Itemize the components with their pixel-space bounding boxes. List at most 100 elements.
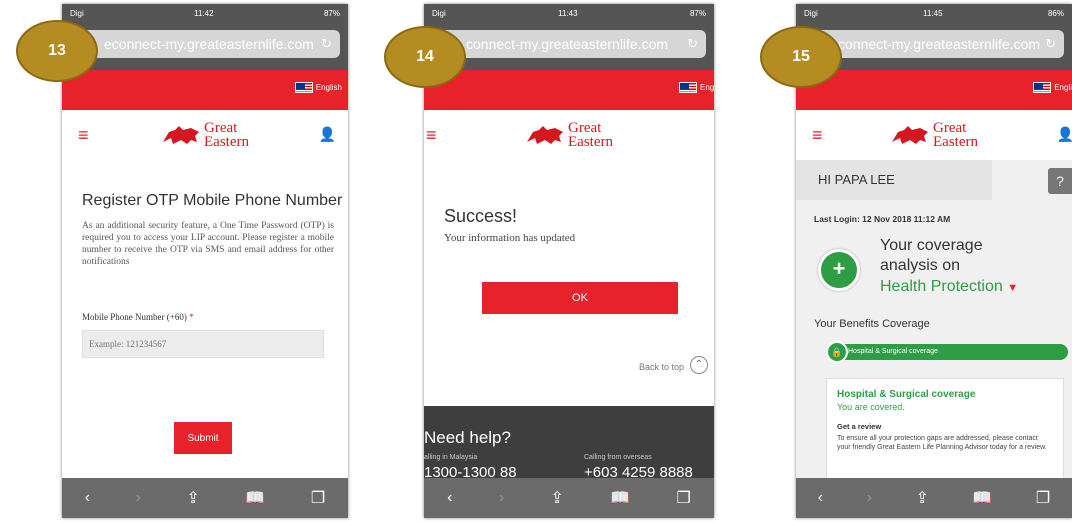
great-eastern-logo[interactable]: Great Eastern <box>525 120 613 150</box>
card-title: Hospital & Surgical coverage <box>837 389 976 400</box>
battery-label: 86% <box>1047 8 1064 18</box>
step-badge-14: 14 <box>384 26 466 88</box>
success-title: Success! <box>444 206 518 226</box>
caret-down-icon: ▼ <box>1007 282 1019 294</box>
logo-line-1: Great <box>204 120 238 136</box>
bookmarks-icon[interactable]: 📖 <box>610 488 630 508</box>
lion-icon <box>163 126 199 144</box>
address-field[interactable]: econnect-my.greateasternlife.com ↻ <box>70 30 340 58</box>
submit-button[interactable]: Submit <box>174 422 232 454</box>
chevron-up-icon[interactable]: ⌃ <box>690 356 708 374</box>
clock: 11:43 <box>558 8 578 18</box>
coverage-card: Hospital & Surgical coverage You are cov… <box>826 378 1064 488</box>
reload-icon[interactable]: ↻ <box>321 30 332 58</box>
site-header: ≡ Great Eastern <box>424 110 714 160</box>
browser-toolbar: ‹ › ⇪ 📖 ❐ <box>796 478 1072 518</box>
help-title: Need help? <box>424 428 511 447</box>
mobile-number-input[interactable] <box>82 330 324 358</box>
browser-toolbar: ‹ › ⇪ 📖 ❐ <box>424 478 714 518</box>
local-call-label: alling in Malaysia <box>424 454 478 461</box>
back-icon[interactable]: ‹ <box>818 489 823 507</box>
menu-icon[interactable]: ≡ <box>426 126 437 144</box>
battery-label: 87% <box>689 8 706 18</box>
lock-icon: 🔒 <box>826 341 848 363</box>
user-icon[interactable]: 👤 <box>1057 126 1072 143</box>
coverage-category-dropdown[interactable]: Health Protection ▼ <box>880 278 1018 296</box>
site-header: ≡ Great Eastern 👤 <box>796 110 1072 160</box>
browser-url-bar: econnect-my.greateasternlife.com ↻ <box>62 22 348 70</box>
site-header: ≡ Great Eastern 👤 <box>62 110 348 160</box>
language-switch[interactable]: Engl <box>678 82 714 93</box>
hospital-coverage-pill[interactable]: Hospital & Surgical coverage <box>826 344 1068 360</box>
malaysia-flag-icon <box>294 82 313 93</box>
carrier-label: Digi <box>432 8 446 18</box>
back-icon[interactable]: ‹ <box>447 489 452 507</box>
success-message: Your information has updated <box>444 232 576 244</box>
tabs-icon[interactable]: ❐ <box>311 488 325 508</box>
logo-line-2: Eastern <box>568 134 613 150</box>
battery-label: 87% <box>323 8 340 18</box>
logo-line-1: Great <box>568 120 602 136</box>
menu-icon[interactable]: ≡ <box>812 126 823 144</box>
otp-description: As an additional security feature, a One… <box>82 221 334 267</box>
health-plus-icon[interactable]: + <box>818 249 860 291</box>
reload-icon[interactable]: ↻ <box>1045 30 1056 58</box>
browser-url-bar: connect-my.greateasternlife.com ↻ <box>424 22 714 70</box>
logo-line-1: Great <box>933 120 967 136</box>
language-label: Englis <box>1054 83 1072 92</box>
card-heading: Get a review <box>837 422 882 431</box>
language-switch[interactable]: Englis <box>1033 82 1072 93</box>
help-section: Need help? alling in Malaysia 1300-1300 … <box>424 406 714 481</box>
top-red-bar: Englis <box>796 70 1072 110</box>
benefits-title: Your Benefits Coverage <box>814 318 930 330</box>
help-icon[interactable]: ? <box>1048 168 1072 194</box>
share-icon[interactable]: ⇪ <box>550 488 563 508</box>
forward-icon[interactable]: › <box>867 489 872 507</box>
required-marker: * <box>189 312 194 322</box>
malaysia-flag-icon <box>678 82 697 93</box>
status-bar: Digi 11:43 87% <box>424 4 714 22</box>
url-text: connect-my.greateasternlife.com <box>838 36 1041 52</box>
ok-button[interactable]: OK <box>482 282 678 314</box>
forward-icon[interactable]: › <box>499 489 504 507</box>
great-eastern-logo[interactable]: Great Eastern <box>890 120 978 150</box>
logo-line-2: Eastern <box>933 134 978 150</box>
address-field[interactable]: connect-my.greateasternlife.com ↻ <box>804 30 1064 58</box>
bookmarks-icon[interactable]: 📖 <box>972 488 992 508</box>
lion-icon <box>892 126 928 144</box>
carrier-label: Digi <box>70 8 84 18</box>
status-bar: Digi 11:42 87% <box>62 4 348 22</box>
top-red-bar: English <box>62 70 348 110</box>
language-label: Engl <box>699 83 714 92</box>
coverage-line-1: Your coverage <box>880 237 983 254</box>
reload-icon[interactable]: ↻ <box>687 30 698 58</box>
top-red-bar: Engl <box>424 70 714 110</box>
coverage-line-2: analysis on <box>880 257 961 274</box>
carrier-label: Digi <box>804 8 818 18</box>
mobile-field-label: Mobile Phone Number (+60) * <box>82 312 194 322</box>
language-switch[interactable]: English <box>294 82 342 93</box>
malaysia-flag-icon <box>1033 82 1052 93</box>
phone-screen-15: Digi 11:45 86% connect-my.greateasternli… <box>796 4 1072 518</box>
back-to-top-link[interactable]: Back to top <box>639 362 684 372</box>
phone-screen-14: Digi 11:43 87% connect-my.greateasternli… <box>424 4 714 518</box>
step-badge-13: 13 <box>16 20 98 82</box>
forward-icon[interactable]: › <box>136 489 141 507</box>
overseas-call-label: Calling from overseas <box>584 454 652 461</box>
share-icon[interactable]: ⇪ <box>186 488 199 508</box>
url-text: econnect-my.greateasternlife.com <box>104 36 314 52</box>
menu-icon[interactable]: ≡ <box>78 126 89 144</box>
great-eastern-logo[interactable]: Great Eastern <box>161 120 249 150</box>
back-icon[interactable]: ‹ <box>85 489 90 507</box>
tabs-icon[interactable]: ❐ <box>676 488 690 508</box>
logo-line-2: Eastern <box>204 134 249 150</box>
bookmarks-icon[interactable]: 📖 <box>245 488 265 508</box>
address-field[interactable]: connect-my.greateasternlife.com ↻ <box>432 30 706 58</box>
user-icon[interactable]: 👤 <box>319 126 336 143</box>
language-label: English <box>315 83 342 92</box>
tabs-icon[interactable]: ❐ <box>1036 488 1050 508</box>
phone-screen-13: Digi 11:42 87% econnect-my.greateasternl… <box>62 4 348 518</box>
card-status: You are covered. <box>837 402 905 412</box>
share-icon[interactable]: ⇪ <box>915 488 928 508</box>
coverage-category-label: Health Protection <box>880 278 1003 295</box>
